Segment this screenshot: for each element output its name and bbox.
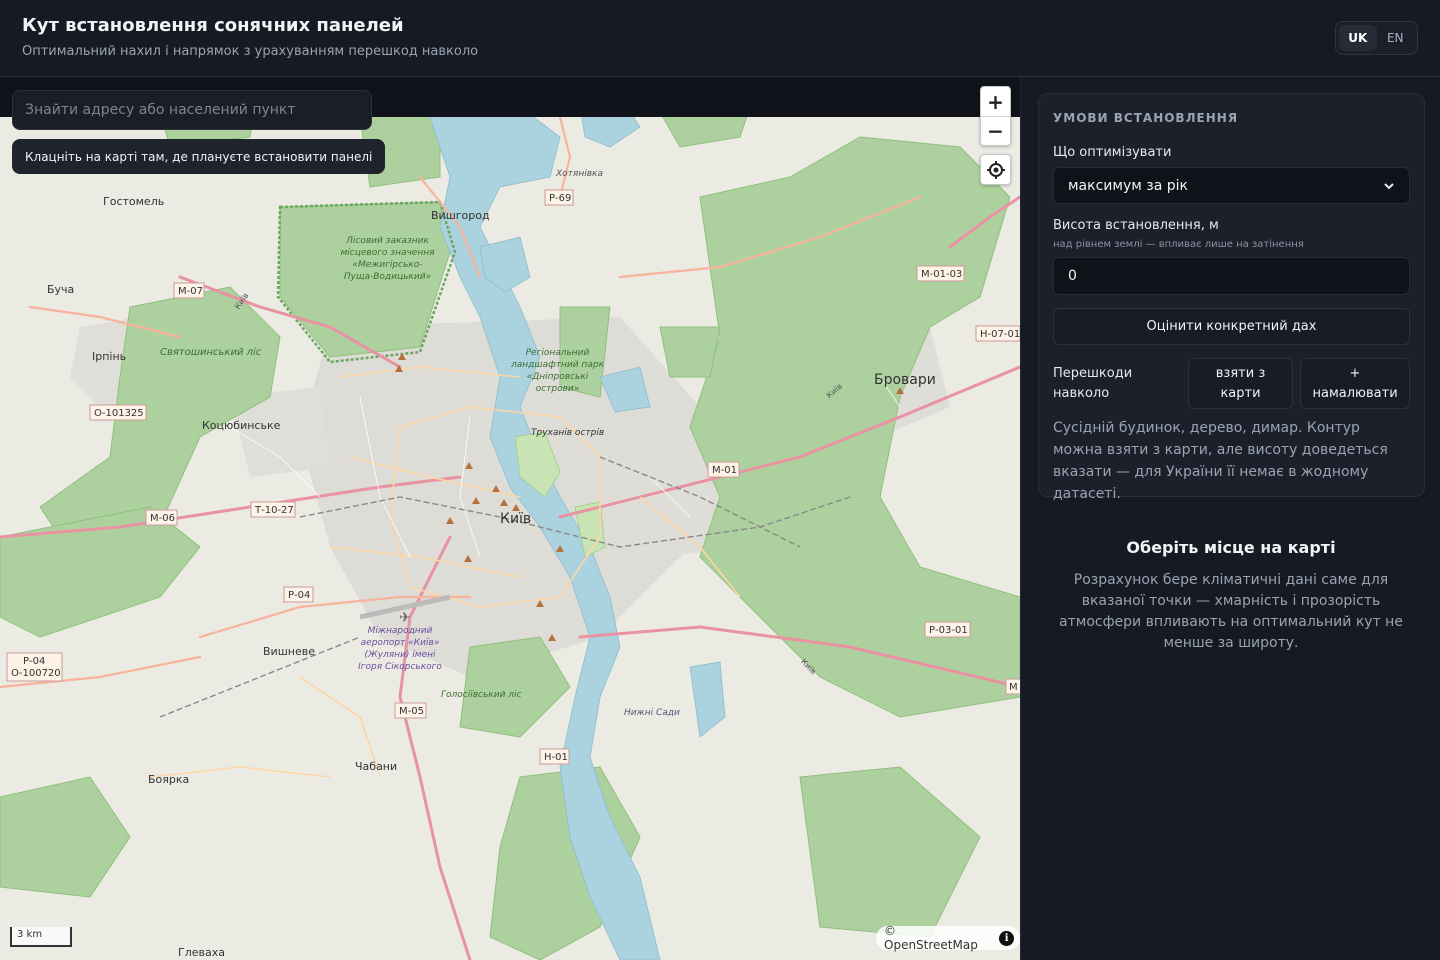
svg-text:М-01: М-01 — [712, 465, 737, 476]
draw-obstacle-button[interactable]: + намалювати — [1300, 358, 1410, 409]
svg-text:Н-01: Н-01 — [544, 752, 568, 763]
place-sviatoshynskyi: Святошинський ліс — [160, 346, 262, 358]
optimize-select[interactable]: максимум за рік — [1053, 167, 1410, 204]
svg-text:М-05: М-05 — [399, 706, 424, 717]
place-hostomel: Гостомель — [103, 195, 164, 208]
svg-text:О-100720: О-100720 — [11, 668, 61, 679]
svg-text:О-101325: О-101325 — [94, 408, 144, 419]
map-attribution: © OpenStreetMap i — [876, 924, 1020, 952]
svg-text:M: M — [1009, 682, 1018, 693]
road-shield: О-101325 — [89, 404, 147, 421]
road-shield: М-01 — [707, 461, 740, 478]
height-input[interactable]: 0 — [1053, 257, 1410, 295]
app-header: Кут встановлення сонячних панелей Оптима… — [0, 0, 1440, 77]
chevron-down-icon — [1384, 182, 1394, 189]
road-shield: Т-10-27 — [250, 501, 296, 518]
road-shield: М-05 — [394, 702, 427, 719]
svg-text:Р-69: Р-69 — [549, 193, 571, 204]
map-tiles[interactable]: ✈ Київ Бровари Вишгород Гостомель Буча І… — [0, 77, 1020, 960]
place-bucha: Буча — [47, 283, 74, 296]
take-from-map-button[interactable]: взяти з карти — [1188, 358, 1293, 409]
page-subtitle: Оптимальний нахил і напрямок з урахуванн… — [22, 44, 479, 59]
height-hint: над рівнем землі — впливає лише на затін… — [1053, 239, 1304, 250]
installation-conditions-card: УМОВИ ВСТАНОВЛЕННЯ Що оптимізувати макси… — [1038, 93, 1425, 502]
assess-roof-button[interactable]: Оцінити конкретний дах — [1053, 308, 1410, 345]
attribution-text[interactable]: © OpenStreetMap — [884, 924, 991, 952]
draw-obstacle-label: + намалювати — [1312, 365, 1398, 401]
place-boiarka: Боярка — [148, 773, 189, 786]
svg-text:М-01-03: М-01-03 — [921, 269, 962, 280]
svg-text:Р-04: Р-04 — [23, 656, 45, 667]
place-vyshhorod: Вишгород — [431, 209, 490, 222]
obstacles-label: Перешкоди навколо — [1053, 366, 1133, 401]
svg-text:✈: ✈ — [399, 610, 411, 626]
road-shield: Р-04 — [283, 586, 314, 603]
take-from-map-label: взяти з карти — [1215, 365, 1266, 401]
place-chabany: Чабани — [355, 760, 397, 773]
zoom-in-button[interactable]: + — [981, 87, 1010, 116]
obstacles-note: Сусідній будинок, дерево, димар. Контур … — [1053, 420, 1388, 502]
language-button-uk[interactable]: UK — [1339, 25, 1377, 51]
empty-state-title: Оберіть місце на карті — [1126, 538, 1336, 557]
place-trukhaniv: Труханів острів — [531, 428, 604, 438]
locate-button[interactable] — [980, 154, 1011, 185]
place-kotsiubynske: Коцюбинське — [202, 419, 281, 432]
place-brovary: Бровари — [874, 372, 936, 388]
language-switcher: UK EN — [1335, 21, 1418, 55]
place-dniprovski: Регіональний ландшафтний парк «Дніпровсь… — [510, 348, 605, 394]
road-shield: Н-01 — [539, 748, 570, 765]
page-title: Кут встановлення сонячних панелей — [22, 15, 404, 36]
place-airport: Міжнародний аеропорт «Київ» (Жуляни) іме… — [358, 626, 442, 672]
language-button-en[interactable]: EN — [1377, 25, 1415, 51]
road-shield: Р-03-01 — [924, 621, 971, 638]
svg-text:Н-07-01: Н-07-01 — [980, 329, 1020, 340]
zoom-control: + − — [980, 86, 1011, 146]
road-shield: Р-04О-100720 — [6, 652, 63, 682]
zoom-out-button[interactable]: − — [981, 116, 1010, 145]
place-khotianivka: Хотянівка — [555, 169, 603, 179]
place-nyzhni-sady: Нижні Сади — [624, 708, 680, 718]
info-icon[interactable]: i — [999, 930, 1014, 946]
road-shield: М-06 — [145, 509, 178, 526]
crosshair-icon — [986, 160, 1005, 179]
place-vyshneve: Вишневе — [263, 645, 315, 658]
svg-text:Т-10-27: Т-10-27 — [254, 505, 294, 516]
road-shield: М-07 — [173, 282, 205, 299]
empty-state-text: Розрахунок бере кліматичні дані саме для… — [1059, 572, 1403, 651]
road-shield: M — [1005, 678, 1020, 695]
svg-text:М-06: М-06 — [150, 513, 175, 524]
search-input[interactable] — [12, 90, 372, 130]
height-label: Висота встановлення, м — [1053, 218, 1219, 233]
optimize-select-value: максимум за рік — [1068, 177, 1188, 194]
road-shield: Н-07-01 — [975, 325, 1020, 342]
road-shield: М-01-03 — [916, 265, 965, 282]
svg-text:Р-04: Р-04 — [288, 590, 310, 601]
place-kyiv: Київ — [500, 511, 531, 527]
section-title: УМОВИ ВСТАНОВЛЕННЯ — [1053, 111, 1239, 125]
svg-text:Р-03-01: Р-03-01 — [929, 625, 968, 636]
place-hlevakha: Глеваха — [178, 946, 225, 959]
settings-panel: УМОВИ ВСТАНОВЛЕННЯ Що оптимізувати макси… — [1020, 77, 1440, 960]
map-scale-bar: 3 km — [10, 927, 72, 947]
place-irpin: Ірпінь — [92, 350, 126, 363]
road-shield: Р-69 — [544, 189, 574, 206]
map-view[interactable]: ✈ Київ Бровари Вишгород Гостомель Буча І… — [0, 77, 1020, 960]
optimize-label: Що оптимізувати — [1053, 145, 1172, 160]
svg-text:М-07: М-07 — [178, 286, 203, 297]
map-hint: Клацніть на карті там, де плануєте встан… — [12, 139, 386, 174]
place-reserve: Лісовий заказник місцевого значення «Меж… — [340, 236, 435, 282]
place-holosiivskyi: Голосіївський ліс — [441, 690, 522, 700]
